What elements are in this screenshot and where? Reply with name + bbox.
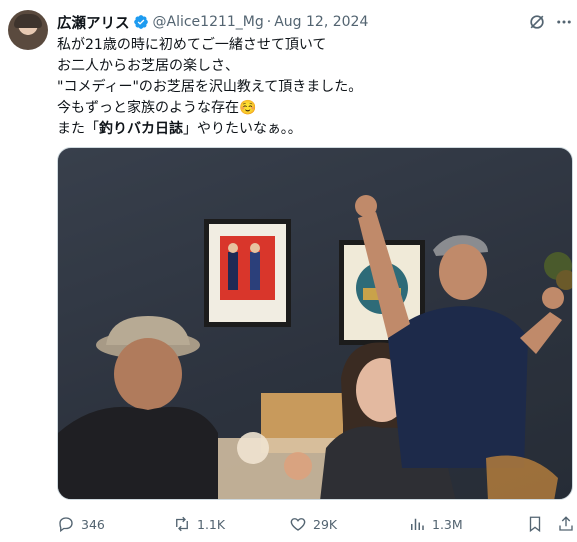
tweet-line: "コメディー"のお芝居を沢山教えて頂きました。 bbox=[57, 79, 363, 95]
share-button[interactable] bbox=[557, 512, 575, 536]
verified-badge-icon bbox=[133, 15, 148, 29]
tweet-line: 私が21歳の時に初めてご一緒させて頂いて bbox=[57, 37, 327, 53]
tweet-text-segment: また「 bbox=[57, 121, 99, 137]
share-icon bbox=[559, 516, 573, 531]
author-name[interactable]: 広瀬アリス bbox=[57, 12, 130, 33]
heart-icon bbox=[290, 518, 306, 531]
view-count: 1.3M bbox=[432, 516, 463, 532]
tweet-line: お二人からお芝居の楽しさ、 bbox=[57, 58, 239, 74]
repost-button[interactable]: 1.1K bbox=[173, 512, 225, 536]
tweet-header: 広瀬アリス @Alice1211_Mg · Aug 12, 2024 bbox=[57, 12, 368, 32]
bookmark-icon bbox=[529, 516, 541, 533]
author-handle[interactable]: @Alice1211_Mg bbox=[153, 14, 264, 30]
like-button[interactable]: 29K bbox=[289, 512, 337, 536]
reply-button[interactable]: 346 bbox=[57, 512, 105, 536]
avatar[interactable] bbox=[8, 10, 48, 50]
tweet-text-segment: 」やりたいなぁ。。 bbox=[183, 121, 302, 137]
like-count: 29K bbox=[313, 516, 338, 532]
tweet-line: 今もずっと家族のような存在☺️ bbox=[57, 100, 257, 116]
analytics-icon bbox=[411, 518, 424, 530]
tweet-line: また「釣りバカ日誌」やりたいなぁ。。 bbox=[57, 119, 557, 140]
separator-dot: · bbox=[266, 14, 272, 30]
photo-illustration bbox=[58, 148, 572, 499]
more-options-icon[interactable] bbox=[555, 12, 573, 32]
tweet-date[interactable]: Aug 12, 2024 bbox=[274, 14, 368, 30]
repost-count: 1.1K bbox=[197, 516, 226, 532]
bookmark-button[interactable] bbox=[526, 512, 544, 536]
repost-icon bbox=[176, 516, 188, 532]
reply-icon bbox=[59, 517, 73, 533]
grok-icon[interactable] bbox=[527, 12, 547, 32]
tweet-photo[interactable] bbox=[57, 147, 573, 500]
views-button[interactable]: 1.3M bbox=[408, 512, 463, 536]
reply-count: 346 bbox=[81, 516, 105, 532]
movie-title-text: 釣りバカ日誌 bbox=[99, 121, 183, 137]
tweet-text: 私が21歳の時に初めてご一緒させて頂いて お二人からお芝居の楽しさ、 "コメディ… bbox=[57, 35, 557, 140]
action-bar: 346 1.1K 29K 1.3M bbox=[57, 512, 573, 536]
